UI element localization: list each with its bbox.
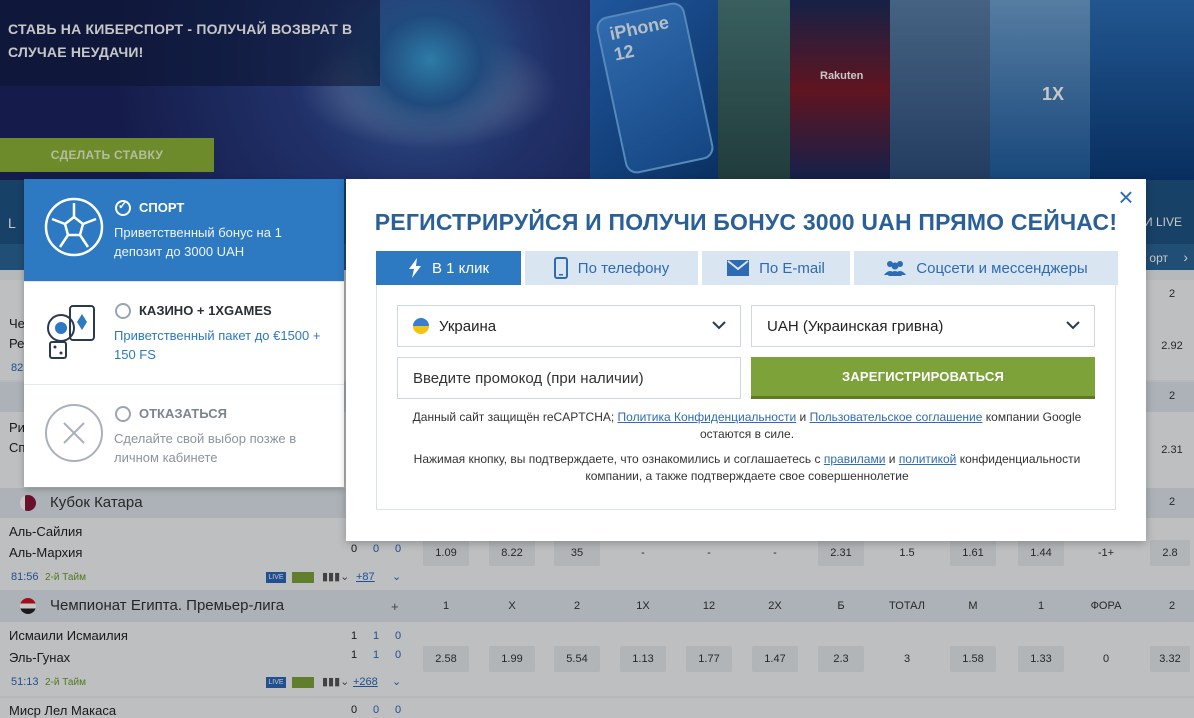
user-agreement-link[interactable]: Пользовательское соглашение bbox=[810, 410, 983, 424]
phone-icon bbox=[553, 257, 568, 279]
notice-text: Данный сайт защищён reCAPTCHA; bbox=[412, 410, 615, 424]
bonus-selection-panel: СПОРТ Приветственный бонус на 1 депозит … bbox=[24, 179, 344, 487]
soccer-ball-icon bbox=[44, 197, 104, 257]
notice-text: и bbox=[799, 410, 807, 424]
bonus-option-casino[interactable]: КАЗИНО + 1XGAMES Приветственный пакет до… bbox=[24, 282, 344, 385]
bonus-title: СПОРТ bbox=[139, 200, 185, 215]
country-value: Украина bbox=[439, 317, 497, 335]
privacy-policy-link[interactable]: Политика Конфиденциальности bbox=[618, 410, 797, 424]
tab-social[interactable]: Соцсети и мессенджеры bbox=[854, 251, 1118, 285]
bonus-description: Приветственный пакет до €1500 + 150 FS bbox=[114, 328, 321, 362]
bonus-title: ОТКАЗАТЬСЯ bbox=[139, 406, 227, 421]
chevron-down-icon bbox=[712, 321, 726, 330]
rules-link[interactable]: правилами bbox=[824, 452, 886, 466]
tab-label: По E-mail bbox=[759, 259, 825, 277]
recaptcha-notice: Данный сайт защищён reCAPTCHA; Политика … bbox=[397, 409, 1097, 443]
currency-select[interactable]: UAH (Украинская гривна) bbox=[751, 305, 1095, 347]
notice-text: Нажимая кнопку, вы подтверждаете, что оз… bbox=[413, 452, 821, 466]
ukraine-flag-icon bbox=[413, 318, 429, 334]
consent-notice: Нажимая кнопку, вы подтверждаете, что оз… bbox=[397, 451, 1097, 485]
tab-label: В 1 клик bbox=[431, 259, 490, 277]
envelope-icon bbox=[727, 260, 750, 276]
radio-button[interactable] bbox=[115, 406, 131, 422]
tab-label: Соцсети и мессенджеры bbox=[916, 259, 1088, 277]
chevron-down-icon bbox=[1066, 321, 1080, 330]
promo-code-input[interactable]: Введите промокод (при наличии) bbox=[397, 357, 741, 399]
registration-tabs: В 1 клик По телефону По E-mail Соцсети и… bbox=[376, 251, 1118, 285]
tab-one-click[interactable]: В 1 клик bbox=[376, 251, 521, 285]
tab-email[interactable]: По E-mail bbox=[702, 251, 850, 285]
tab-label: По телефону bbox=[577, 259, 670, 277]
casino-chips-icon bbox=[47, 305, 95, 359]
tab-phone[interactable]: По телефону bbox=[525, 251, 698, 285]
bonus-description: Сделайте свой выбор позже в личном кабин… bbox=[114, 431, 297, 465]
registration-modal: × РЕГИСТРИРУЙСЯ И ПОЛУЧИ БОНУС 3000 UAH … bbox=[346, 179, 1146, 541]
bonus-description: Приветственный бонус на 1 депозит до 300… bbox=[114, 225, 282, 259]
radio-button[interactable] bbox=[115, 303, 131, 319]
bonus-option-decline[interactable]: ОТКАЗАТЬСЯ Сделайте свой выбор позже в л… bbox=[24, 385, 344, 488]
currency-value: UAH (Украинская гривна) bbox=[767, 317, 944, 335]
bonus-option-sport[interactable]: СПОРТ Приветственный бонус на 1 депозит … bbox=[24, 179, 344, 282]
bonus-title: КАЗИНО + 1XGAMES bbox=[139, 303, 272, 318]
notice-text: и bbox=[888, 452, 896, 466]
modal-title: РЕГИСТРИРУЙСЯ И ПОЛУЧИ БОНУС 3000 UAH ПР… bbox=[374, 209, 1118, 235]
registration-form: Украина UAH (Украинская гривна) Введите … bbox=[376, 285, 1116, 510]
people-icon bbox=[884, 261, 907, 276]
policy-link[interactable]: политикой bbox=[899, 452, 957, 466]
register-button[interactable]: ЗАРЕГИСТРИРОВАТЬСЯ bbox=[751, 357, 1095, 399]
country-select[interactable]: Украина bbox=[397, 305, 741, 347]
decline-x-icon bbox=[45, 404, 103, 462]
close-icon[interactable]: × bbox=[1115, 184, 1137, 210]
radio-button-selected[interactable] bbox=[115, 199, 131, 216]
lightning-icon bbox=[408, 258, 421, 278]
